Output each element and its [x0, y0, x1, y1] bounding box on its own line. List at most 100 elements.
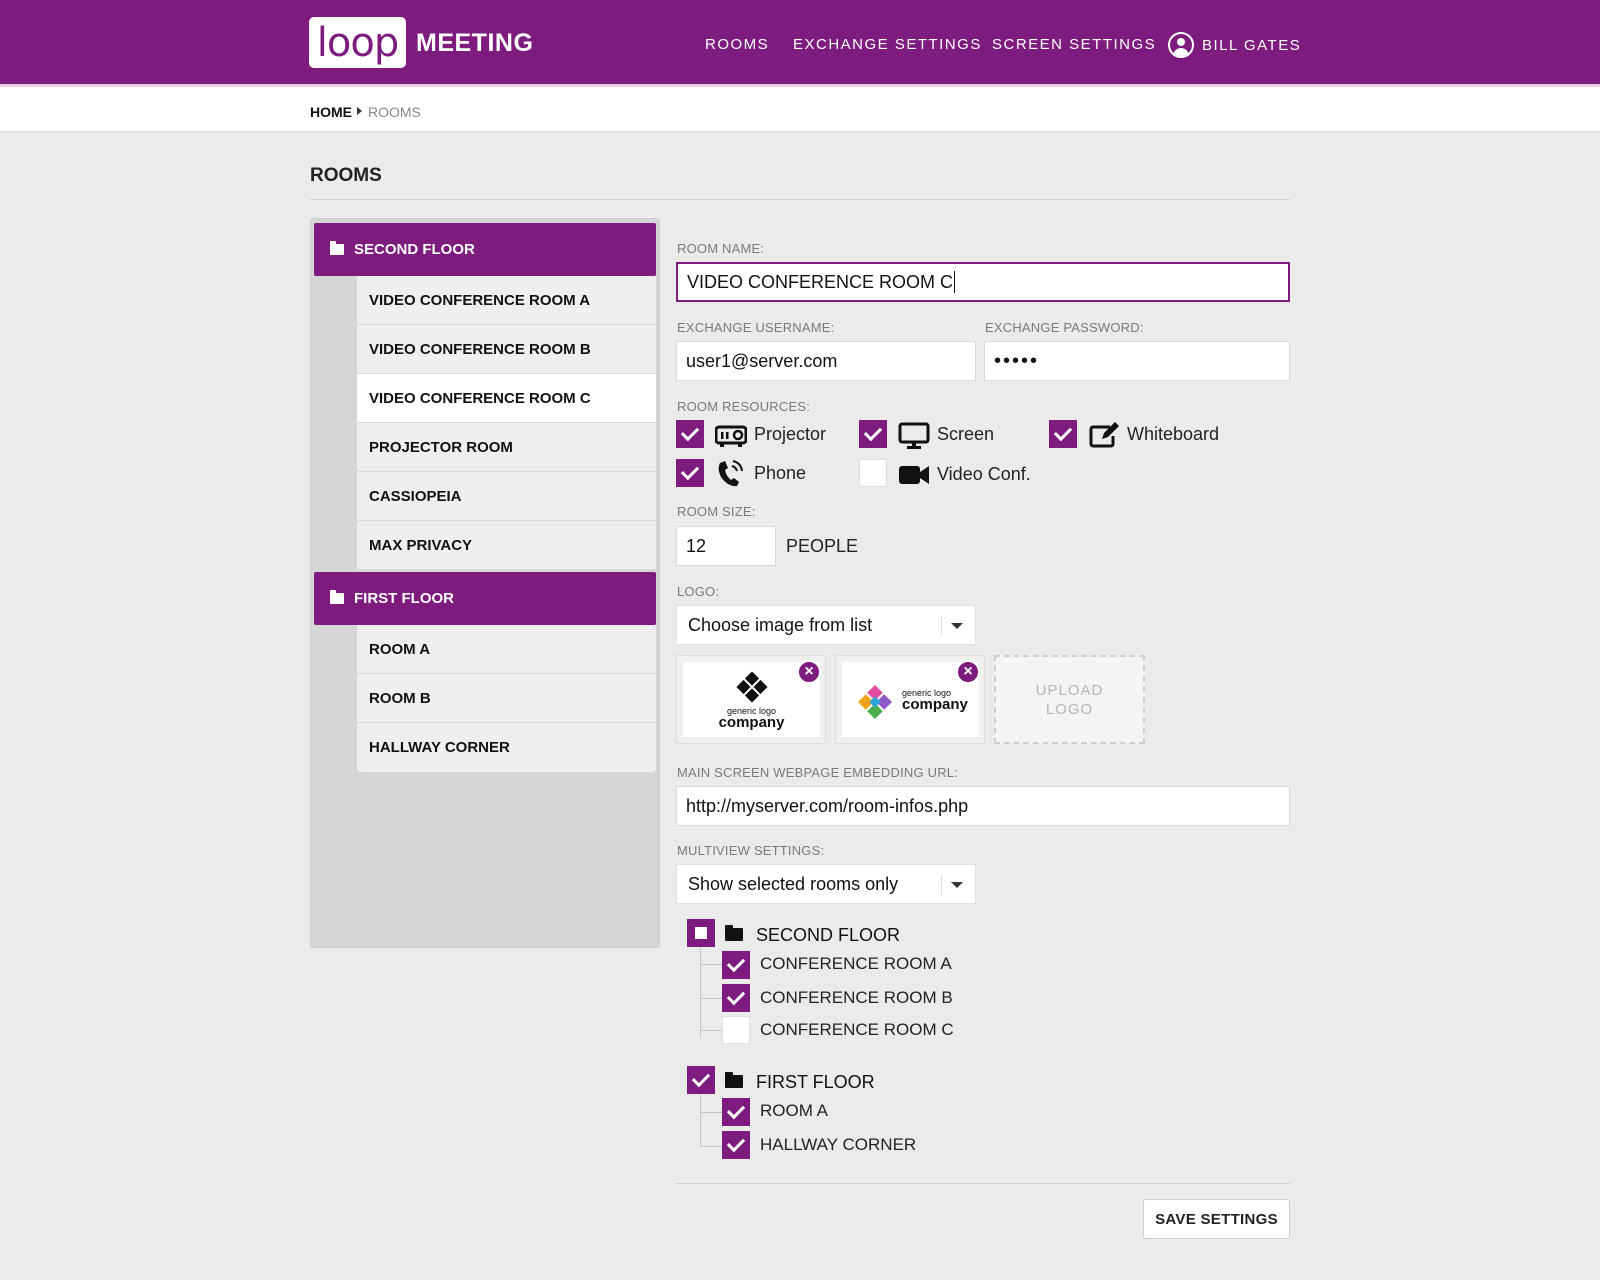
tree-room-label: CONFERENCE ROOM B	[760, 988, 953, 1007]
sidebar-room-item[interactable]: VIDEO CONFERENCE ROOM B	[357, 325, 656, 374]
room-size-label: ROOM SIZE:	[677, 504, 756, 519]
breadcrumb: HOME ROOMS	[0, 84, 1600, 131]
select-divider	[941, 616, 942, 636]
sidebar-floor-first[interactable]: FIRST FLOOR	[314, 572, 656, 625]
whiteboard-edit-icon	[1089, 422, 1119, 448]
room-name-input[interactable]: VIDEO CONFERENCE ROOM C	[676, 262, 1290, 302]
logo-thumbnail[interactable]: generic logo company ×	[835, 655, 985, 744]
sidebar-room-item[interactable]: PROJECTOR ROOM	[357, 423, 656, 472]
multiview-select-value: Show selected rooms only	[688, 873, 899, 894]
tree-connector	[700, 964, 722, 965]
user-name: BILL GATES	[1202, 36, 1302, 54]
embed-url-value: http://myserver.com/room-infos.php	[686, 795, 969, 816]
tree-connector	[700, 1030, 722, 1031]
folder-icon	[725, 925, 743, 941]
nav-user-menu[interactable]: BILL GATES	[1168, 32, 1301, 58]
screen-label: Screen	[937, 424, 995, 444]
projector-label: Projector	[754, 424, 827, 444]
sidebar-room-item[interactable]: CASSIOPEIA	[357, 472, 656, 521]
floor-label: SECOND FLOOR	[354, 241, 475, 258]
exchange-password-value: •••••	[994, 349, 1040, 372]
upload-logo-button[interactable]: UPLOAD LOGO	[994, 655, 1145, 744]
video-conf-label: Video Conf.	[937, 464, 1031, 484]
save-settings-button[interactable]: SAVE SETTINGS	[1143, 1199, 1290, 1239]
room-size-value: 12	[686, 535, 707, 556]
breadcrumb-home[interactable]: HOME	[310, 104, 352, 120]
phone-checkbox[interactable]	[676, 459, 704, 487]
sidebar-room-item-selected[interactable]: VIDEO CONFERENCE ROOM C	[357, 374, 656, 423]
remove-logo-button[interactable]: ×	[956, 660, 980, 684]
whiteboard-checkbox[interactable]	[1049, 420, 1077, 448]
tree-second-floor-checkbox[interactable]	[687, 919, 715, 947]
tree-connector	[700, 1093, 701, 1147]
logo-big-text: company	[902, 696, 968, 713]
tree-connector	[700, 1112, 722, 1113]
tree-first-floor-label: FIRST FLOOR	[756, 1072, 875, 1092]
top-navbar: loop MEETING ROOMS EXCHANGE SETTINGS SCR…	[0, 0, 1600, 84]
nav-screen-settings[interactable]: SCREEN SETTINGS	[992, 36, 1156, 53]
exchange-password-input[interactable]: •••••	[984, 341, 1290, 381]
room-name-label: ROOM NAME:	[677, 241, 765, 256]
sidebar-floor-second[interactable]: SECOND FLOOR	[314, 223, 656, 276]
chevron-down-icon	[951, 623, 963, 629]
remove-logo-button[interactable]: ×	[797, 660, 821, 684]
room-sidebar: SECOND FLOOR VIDEO CONFERENCE ROOM A VID…	[310, 218, 660, 948]
projector-icon	[715, 425, 747, 447]
screen-checkbox[interactable]	[859, 420, 887, 448]
tree-room-label: CONFERENCE ROOM A	[760, 954, 952, 973]
nav-rooms[interactable]: ROOMS	[705, 36, 769, 53]
floor-label: FIRST FLOOR	[354, 590, 454, 607]
tree-connector	[700, 998, 722, 999]
upload-logo-line1: UPLOAD	[1035, 681, 1104, 699]
logo-select-value: Choose image from list	[688, 614, 873, 635]
phone-label: Phone	[754, 463, 807, 483]
tree-room-checkbox[interactable]	[722, 1098, 750, 1126]
room-size-unit: PEOPLE	[786, 536, 859, 556]
exchange-username-label: EXCHANGE USERNAME:	[677, 320, 835, 335]
tree-room-label: CONFERENCE ROOM C	[760, 1020, 954, 1039]
multiview-select[interactable]: Show selected rooms only	[676, 864, 976, 904]
tree-room-checkbox[interactable]	[722, 984, 750, 1012]
tree-room-checkbox[interactable]	[722, 1131, 750, 1159]
tree-room-checkbox[interactable]	[722, 1016, 750, 1044]
sidebar-room-item[interactable]: ROOM B	[357, 674, 656, 723]
whiteboard-label: Whiteboard	[1127, 424, 1220, 444]
tree-connector	[700, 946, 701, 1038]
folder-icon	[330, 241, 344, 255]
colorful-diamond-logo-icon	[858, 685, 892, 719]
folder-icon	[330, 590, 344, 604]
nav-exchange-settings[interactable]: EXCHANGE SETTINGS	[793, 36, 982, 53]
embed-url-label: MAIN SCREEN WEBPAGE EMBEDDING URL:	[677, 765, 959, 780]
brand-name: MEETING	[416, 29, 534, 57]
user-icon	[1168, 32, 1194, 58]
embed-url-input[interactable]: http://myserver.com/room-infos.php	[676, 786, 1290, 826]
sidebar-room-item[interactable]: VIDEO CONFERENCE ROOM A	[357, 276, 656, 325]
select-divider	[941, 875, 942, 895]
title-divider	[310, 199, 1290, 200]
text-caret	[954, 271, 956, 293]
sidebar-room-item[interactable]: HALLWAY CORNER	[357, 723, 656, 772]
room-size-input[interactable]: 12	[676, 526, 776, 566]
video-camera-icon	[899, 466, 929, 484]
logo-thumbnail[interactable]: generic logo company ×	[676, 655, 826, 744]
exchange-username-input[interactable]: user1@server.com	[676, 341, 976, 381]
exchange-password-label: EXCHANGE PASSWORD:	[985, 320, 1144, 335]
logo-select[interactable]: Choose image from list	[676, 605, 976, 645]
sidebar-room-item[interactable]: MAX PRIVACY	[357, 521, 656, 570]
sidebar-room-item[interactable]: ROOM A	[357, 625, 656, 674]
app-logo[interactable]: loop	[309, 17, 406, 68]
logo-label: LOGO:	[677, 584, 720, 599]
tree-room-label: HALLWAY CORNER	[760, 1135, 917, 1154]
tree-room-checkbox[interactable]	[722, 951, 750, 979]
room-resources-label: ROOM RESOURCES:	[677, 399, 811, 414]
tree-connector	[700, 1146, 722, 1147]
upload-logo-line2: LOGO	[1045, 700, 1094, 718]
breadcrumb-separator-icon	[357, 107, 362, 115]
diamond-logo-icon	[736, 671, 768, 703]
tree-first-floor-checkbox[interactable]	[687, 1066, 715, 1094]
projector-checkbox[interactable]	[676, 420, 704, 448]
folder-icon	[725, 1072, 743, 1088]
video-conf-checkbox[interactable]	[859, 459, 887, 487]
monitor-icon	[898, 422, 930, 449]
multiview-label: MULTIVIEW SETTINGS:	[677, 843, 825, 858]
